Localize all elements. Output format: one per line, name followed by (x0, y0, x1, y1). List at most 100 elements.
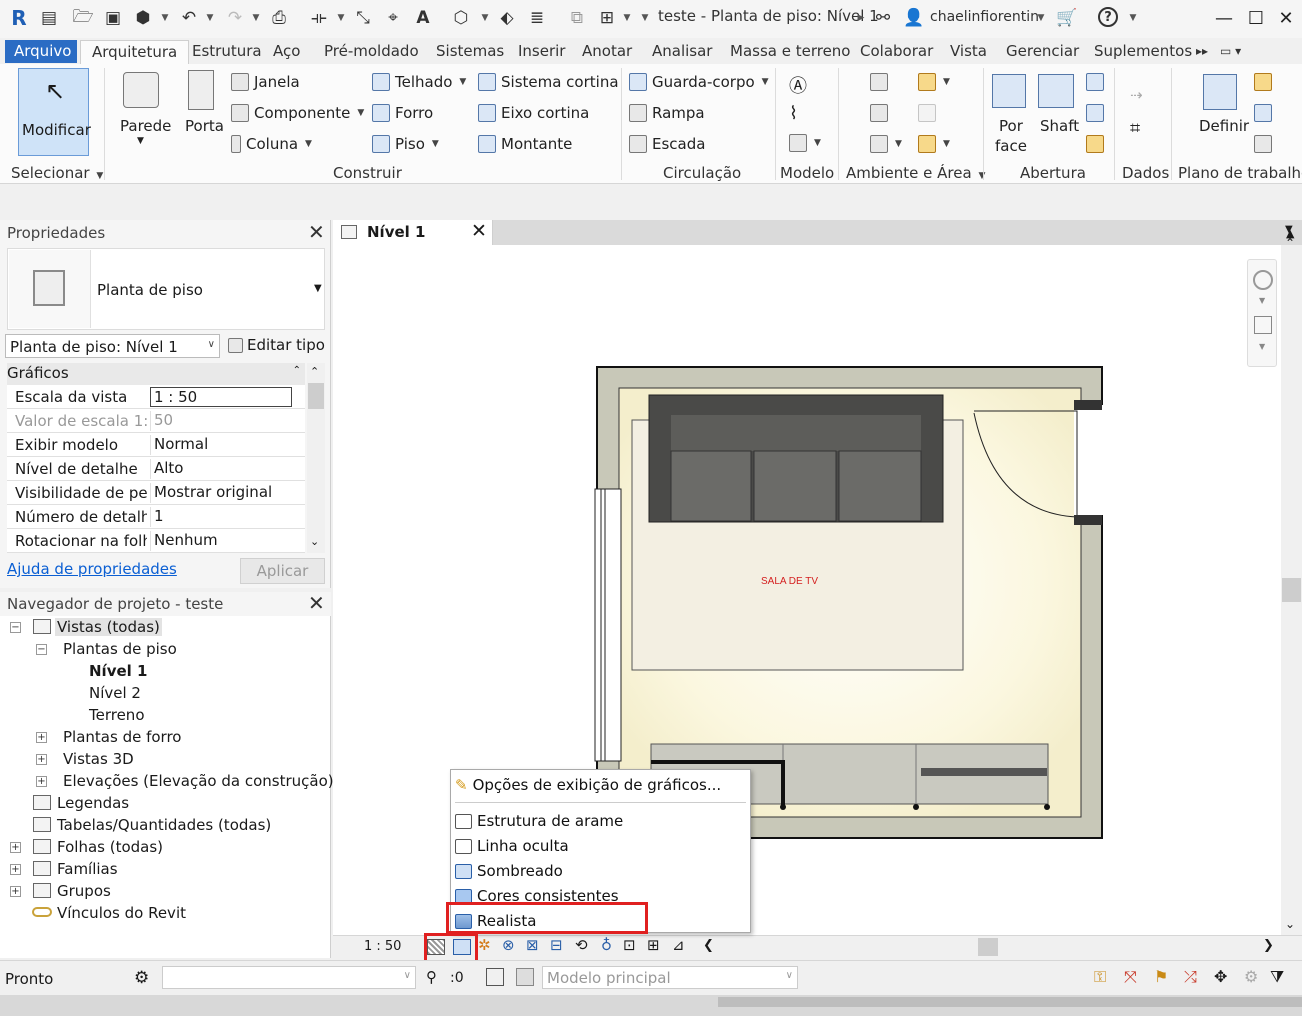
more-tabs-icon[interactable]: ▸▸ (1196, 44, 1208, 58)
expand-toggle[interactable]: + (36, 754, 47, 765)
chevron-down-icon[interactable]: ▼ (137, 136, 144, 146)
tag-icon[interactable]: ⌖ (382, 7, 404, 29)
shaded-item[interactable]: Sombreado (455, 862, 563, 880)
temp-hide-icon[interactable]: ♁ (601, 936, 612, 954)
floor-button[interactable]: Piso ▼ (372, 135, 439, 153)
close-icon[interactable]: ✕ (308, 220, 325, 244)
view-tab-level-1[interactable]: Nível 1 ✕ (333, 220, 493, 245)
tree-item-views[interactable]: Vistas (todas) (55, 618, 162, 636)
cart-icon[interactable]: 🛒 (1056, 7, 1078, 29)
panel-circulacao[interactable]: Circulação (663, 164, 741, 182)
revit-logo-icon[interactable]: R (8, 6, 30, 30)
tag-area-button[interactable]: ▼ (918, 135, 950, 153)
properties-help-link[interactable]: Ajuda de propriedades (7, 560, 177, 578)
user-name[interactable]: chaelinfiorentin (930, 9, 1039, 25)
select-underlay-icon[interactable]: ⤧ (1124, 967, 1137, 987)
tab-anotar[interactable]: Anotar (582, 42, 632, 60)
dormer-button[interactable] (1086, 135, 1104, 153)
tree-item-ceiling-plans[interactable]: Plantas de forro (63, 728, 181, 746)
ramp-button[interactable]: Rampa (629, 104, 705, 122)
switch-windows-icon[interactable]: ⊞ (596, 7, 618, 29)
workset-dropdown[interactable]: ∨ (162, 966, 416, 989)
minimize-icon[interactable]: — (1212, 6, 1236, 30)
open-folder-icon[interactable]: 🗁 (72, 7, 94, 29)
tv[interactable] (921, 768, 1047, 776)
wall-icon[interactable] (123, 72, 159, 108)
chevron-down-icon[interactable]: ▼ (1128, 7, 1138, 29)
analytical-model-icon[interactable]: ⊞ (647, 936, 660, 954)
room-tag[interactable]: SALA DE TV (761, 576, 818, 587)
expand-toggle[interactable]: + (36, 776, 47, 787)
property-row[interactable]: Nível de detalhe Alto (7, 457, 305, 481)
close-icon[interactable]: ✕ (1274, 6, 1298, 30)
chevron-left-icon[interactable]: ❮ (703, 938, 714, 953)
reveal-hidden-icon[interactable]: ⊡ (623, 936, 636, 954)
sun-path-icon[interactable]: ✲ (478, 936, 491, 954)
3d-view-icon[interactable]: ⬡ (450, 7, 472, 29)
tab-massa-terreno[interactable]: Massa e terreno (730, 42, 850, 60)
by-face-icon[interactable] (992, 74, 1026, 108)
customize-toolbar-icon[interactable]: ▼ (640, 7, 650, 29)
save-icon[interactable]: ▣ (102, 7, 124, 29)
tree-item-schedules[interactable]: Tabelas/Quantidades (todas) (57, 816, 271, 834)
maximize-icon[interactable]: ☐ (1244, 6, 1268, 30)
vertical-scrollbar[interactable]: ▲ ⌃ ⌄ (1281, 227, 1302, 935)
zoom-icon[interactable] (1254, 316, 1272, 334)
set-workplane-icon[interactable] (1203, 74, 1237, 110)
collapse-toggle[interactable]: − (36, 644, 47, 655)
column-button[interactable]: Coluna ▼ (231, 135, 312, 153)
model-text-icon[interactable]: Ⓐ (789, 72, 807, 98)
tab-vista[interactable]: Vista (950, 42, 987, 60)
modify-button[interactable]: ↖ Modificar (18, 68, 91, 156)
filter-icon[interactable]: ⧩ (1270, 967, 1284, 987)
view-scale[interactable]: 1 : 50 (364, 939, 401, 954)
panel-modelo[interactable]: Modelo (780, 164, 834, 182)
chevron-down-icon[interactable]: ⌄ (310, 535, 319, 548)
tab-suplementos[interactable]: Suplementos (1094, 42, 1192, 60)
chevron-down-icon[interactable]: ▼ (1259, 342, 1265, 351)
scroll-thumb[interactable] (1282, 578, 1301, 602)
print-icon[interactable]: ⎙ (268, 7, 290, 29)
tab-sistemas[interactable]: Sistemas (436, 42, 504, 60)
expand-toggle[interactable]: + (36, 732, 47, 743)
undo-icon[interactable]: ↶ (178, 7, 200, 29)
panel-selecionar[interactable]: Selecionar ▼ (11, 164, 103, 182)
user-icon[interactable]: 👤 (903, 7, 925, 29)
room-separator-button[interactable]: ▼ (918, 73, 950, 91)
section-header[interactable]: Gráficos ⌃ (7, 363, 305, 385)
tree-item-level-2[interactable]: Nível 2 (89, 684, 141, 702)
section-icon[interactable]: ⬖ (496, 7, 518, 29)
text-icon[interactable]: A (412, 7, 434, 29)
hidden-line-item[interactable]: Linha oculta (455, 837, 569, 855)
tree-item-sheets[interactable]: Folhas (todas) (57, 838, 163, 856)
by-face-button[interactable]: Por (999, 117, 1023, 135)
new-file-icon[interactable]: ▤ (38, 7, 60, 29)
ribbon-toggle-icon[interactable]: ▭ ▾ (1220, 44, 1241, 58)
close-hidden-icon[interactable]: ⧉ (566, 7, 588, 29)
property-row[interactable]: Visibilidade de pe...Mostrar original (7, 481, 305, 505)
wall-opening-button[interactable] (1086, 73, 1104, 91)
show-crop-icon[interactable]: ⊟ (550, 936, 563, 954)
tab-inserir[interactable]: Inserir (518, 42, 565, 60)
tab-arquivo[interactable]: Arquivo (5, 40, 77, 63)
model-line-icon[interactable]: ⌇ (789, 103, 798, 124)
panel-dados[interactable]: Dados (1122, 164, 1169, 182)
tree-item-revit-links[interactable]: Vínculos do Revit (57, 904, 186, 922)
apply-button[interactable]: Aplicar (240, 558, 325, 584)
ceiling-button[interactable]: Forro (372, 104, 433, 122)
chevron-down-icon[interactable]: ▼ (314, 283, 322, 294)
tag-room-button[interactable]: ▼ (870, 135, 902, 153)
curtain-system-button[interactable]: Sistema cortina (478, 73, 619, 91)
chevron-down-icon[interactable]: ⌄ (1285, 917, 1295, 931)
tree-item-groups[interactable]: Grupos (57, 882, 111, 900)
chevron-down-icon[interactable]: ▼ (160, 7, 170, 29)
door-button[interactable]: Porta (185, 117, 224, 135)
tab-estrutura[interactable]: Estrutura (192, 42, 262, 60)
lock-view-icon[interactable]: ⟲ (575, 936, 588, 954)
grid-icon[interactable]: ⌗ (1130, 118, 1140, 139)
shaft-button[interactable]: Shaft (1040, 117, 1079, 135)
tab-gerenciar[interactable]: Gerenciar (1006, 42, 1079, 60)
tab-aco[interactable]: Aço (273, 42, 300, 60)
property-row[interactable]: Rotacionar na folha Nenhum (7, 529, 305, 553)
chevron-down-icon[interactable]: ▼ (1036, 7, 1046, 29)
